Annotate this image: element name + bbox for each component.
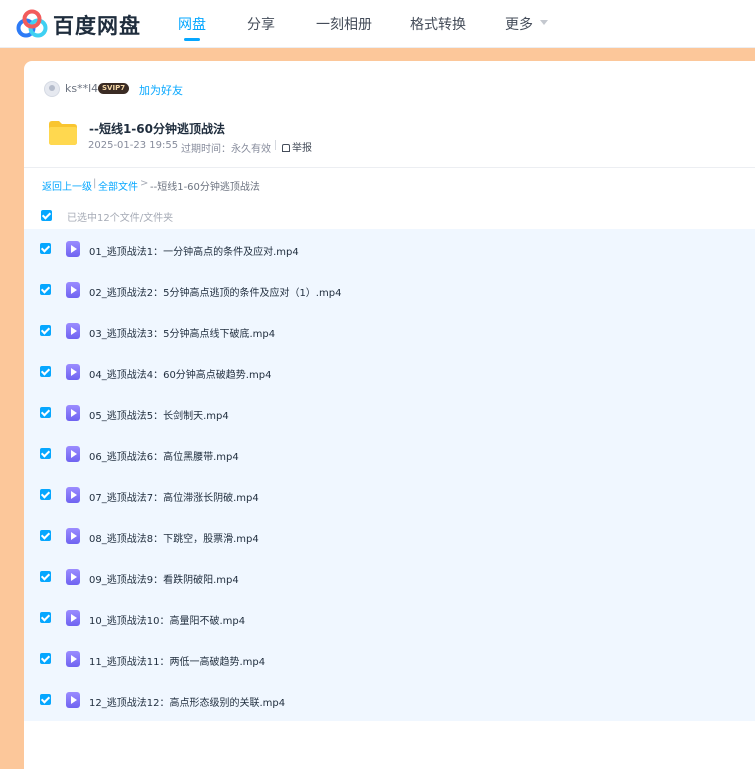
file-name[interactable]: 03_逃顶战法3：5分钟高点线下破底.mp4 <box>89 325 275 340</box>
nav-format-convert[interactable]: 格式转换 <box>410 14 466 34</box>
file-row[interactable]: 11_逃顶战法11：两低一高破趋势.mp4 <box>24 639 755 680</box>
file-list: 01_逃顶战法1：一分钟高点的条件及应对.mp4 02_逃顶战法2：5分钟高点逃… <box>24 229 755 721</box>
breadcrumb-back[interactable]: 返回上一级 <box>42 178 92 193</box>
active-nav-indicator <box>184 38 200 41</box>
selection-info: 已选中12个文件/文件夹 <box>67 213 174 224</box>
file-checkbox[interactable] <box>40 243 51 254</box>
share-date: 2025-01-23 19:55 <box>88 140 179 151</box>
file-name[interactable]: 11_逃顶战法11：两低一高破趋势.mp4 <box>89 653 265 668</box>
file-name[interactable]: 12_逃顶战法12：高点形态级别的关联.mp4 <box>89 694 285 709</box>
file-name[interactable]: 09_逃顶战法9：看跌阴破阳.mp4 <box>89 571 239 586</box>
nav-more[interactable]: 更多 <box>505 14 533 34</box>
file-row[interactable]: 12_逃顶战法12：高点形态级别的关联.mp4 <box>24 680 755 721</box>
file-checkbox[interactable] <box>40 489 51 500</box>
file-name[interactable]: 07_逃顶战法7：高位滞涨长阴破.mp4 <box>89 489 259 504</box>
video-file-icon <box>66 651 80 667</box>
file-checkbox[interactable] <box>40 571 51 582</box>
nav-share[interactable]: 分享 <box>247 14 275 34</box>
file-row[interactable]: 06_逃顶战法6：高位黑腰带.mp4 <box>24 434 755 475</box>
file-row[interactable]: 01_逃顶战法1：一分钟高点的条件及应对.mp4 <box>24 229 755 270</box>
file-name[interactable]: 01_逃顶战法1：一分钟高点的条件及应对.mp4 <box>89 243 299 258</box>
file-row[interactable]: 05_逃顶战法5：长剑制天.mp4 <box>24 393 755 434</box>
file-checkbox[interactable] <box>40 284 51 295</box>
breadcrumb-current: --短线1-60分钟逃顶战法 <box>150 182 260 193</box>
breadcrumb-arrow: > <box>140 178 149 189</box>
report-icon <box>282 144 290 152</box>
video-file-icon <box>66 241 80 257</box>
file-name[interactable]: 10_逃顶战法10：高量阳不破.mp4 <box>89 612 245 627</box>
folder-icon <box>49 121 77 145</box>
file-name[interactable]: 04_逃顶战法4：60分钟高点破趋势.mp4 <box>89 366 271 381</box>
file-checkbox[interactable] <box>40 448 51 459</box>
chevron-down-icon[interactable] <box>540 20 548 25</box>
video-file-icon <box>66 405 80 421</box>
video-file-icon <box>66 569 80 585</box>
sharer-username[interactable]: ks**l4 <box>65 82 98 95</box>
svip-badge: SVIP7 <box>98 83 130 94</box>
file-row[interactable]: 07_逃顶战法7：高位滞涨长阴破.mp4 <box>24 475 755 516</box>
file-checkbox[interactable] <box>40 530 51 541</box>
share-title: --短线1-60分钟逃顶战法 <box>89 122 225 136</box>
avatar[interactable] <box>44 81 60 97</box>
file-row[interactable]: 02_逃顶战法2：5分钟高点逃顶的条件及应对（1）.mp4 <box>24 270 755 311</box>
video-file-icon <box>66 692 80 708</box>
top-navigation-bar: 百度网盘 网盘 分享 一刻相册 格式转换 更多 <box>0 0 755 48</box>
brand-name[interactable]: 百度网盘 <box>53 10 141 40</box>
video-file-icon <box>66 323 80 339</box>
report-label: 举报 <box>292 143 312 154</box>
breadcrumb-all-files[interactable]: 全部文件 <box>98 178 138 193</box>
file-row[interactable]: 10_逃顶战法10：高量阳不破.mp4 <box>24 598 755 639</box>
report-button[interactable]: 举报 <box>282 139 312 154</box>
video-file-icon <box>66 487 80 503</box>
video-file-icon <box>66 610 80 626</box>
file-checkbox[interactable] <box>40 366 51 377</box>
video-file-icon <box>66 282 80 298</box>
share-expire: 过期时间：永久有效 <box>181 144 271 155</box>
file-checkbox[interactable] <box>40 325 51 336</box>
baidu-netdisk-logo[interactable] <box>16 9 48 39</box>
file-row[interactable]: 03_逃顶战法3：5分钟高点线下破底.mp4 <box>24 311 755 352</box>
breadcrumb-separator: | <box>93 178 97 189</box>
select-all-checkbox[interactable] <box>41 210 52 221</box>
file-row[interactable]: 09_逃顶战法9：看跌阴破阳.mp4 <box>24 557 755 598</box>
file-name[interactable]: 02_逃顶战法2：5分钟高点逃顶的条件及应对（1）.mp4 <box>89 284 341 299</box>
add-friend-link[interactable]: 加为好友 <box>139 82 183 98</box>
meta-divider <box>275 140 276 150</box>
header-divider <box>24 167 755 168</box>
nav-album[interactable]: 一刻相册 <box>316 14 372 34</box>
file-name[interactable]: 08_逃顶战法8：下跳空，股票滑.mp4 <box>89 530 259 545</box>
nav-netdisk[interactable]: 网盘 <box>178 14 206 34</box>
file-checkbox[interactable] <box>40 407 51 418</box>
file-checkbox[interactable] <box>40 653 51 664</box>
file-checkbox[interactable] <box>40 694 51 705</box>
video-file-icon <box>66 364 80 380</box>
file-checkbox[interactable] <box>40 612 51 623</box>
file-name[interactable]: 05_逃顶战法5：长剑制天.mp4 <box>89 407 229 422</box>
share-panel: ks**l4 SVIP7 加为好友 --短线1-60分钟逃顶战法 2025-01… <box>24 61 755 769</box>
video-file-icon <box>66 446 80 462</box>
file-row[interactable]: 04_逃顶战法4：60分钟高点破趋势.mp4 <box>24 352 755 393</box>
video-file-icon <box>66 528 80 544</box>
file-row[interactable]: 08_逃顶战法8：下跳空，股票滑.mp4 <box>24 516 755 557</box>
file-name[interactable]: 06_逃顶战法6：高位黑腰带.mp4 <box>89 448 239 463</box>
